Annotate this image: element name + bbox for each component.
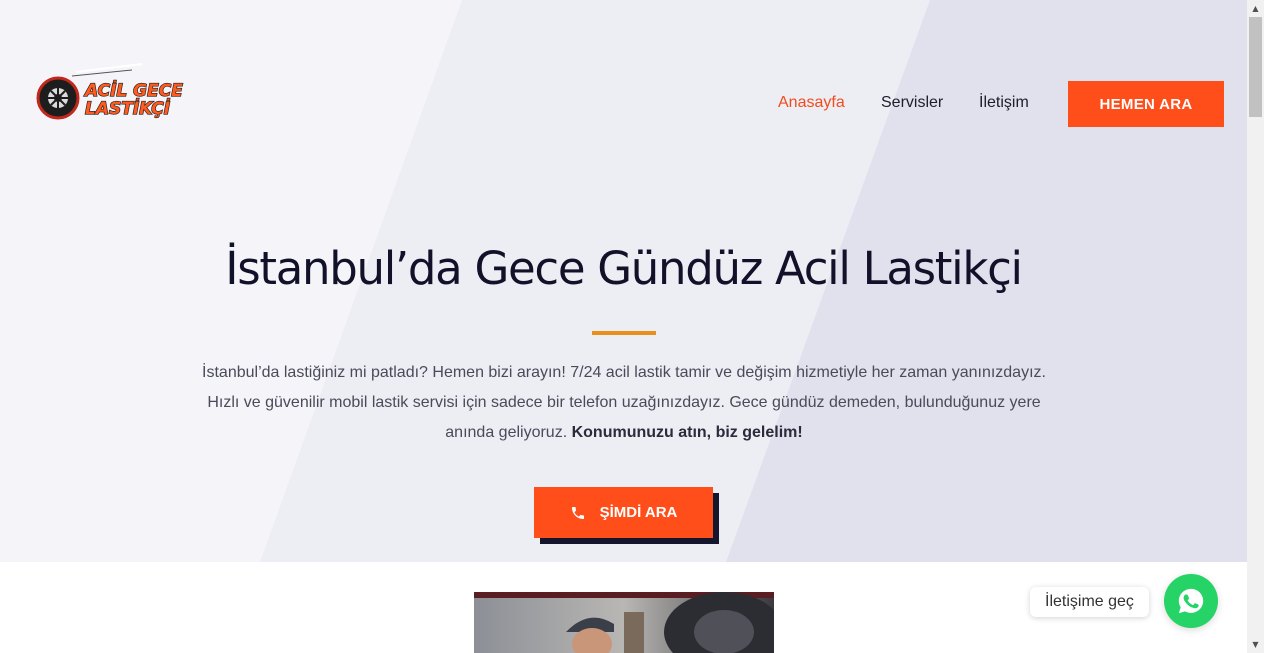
hero-description: İstanbul’da lastiğiniz mi patladı? Hemen… <box>200 358 1048 448</box>
scroll-up-arrow-icon[interactable]: ▲ <box>1247 0 1264 17</box>
cta-wrapper: ŞİMDİ ARA <box>534 487 720 545</box>
page: ACİL GECE LASTİKÇİ Anasayfa Servisler İl… <box>0 0 1264 653</box>
title-divider <box>592 331 656 335</box>
scrollbar-thumb[interactable] <box>1249 17 1262 117</box>
hero-text-bold: Konumunuzu atın, biz gelelim! <box>571 424 803 441</box>
hero-section: ACİL GECE LASTİKÇİ Anasayfa Servisler İl… <box>0 0 1247 562</box>
phone-icon <box>571 506 584 519</box>
whatsapp-label[interactable]: İletişime geç <box>1030 587 1149 617</box>
nav-servisler[interactable]: Servisler <box>881 94 943 116</box>
logo-text-line1: ACİL GECE <box>83 79 183 101</box>
mechanic-photo <box>474 592 774 653</box>
nav-iletisim[interactable]: İletişim <box>979 94 1029 116</box>
logo-text-line2: LASTİKÇİ <box>85 97 171 119</box>
vertical-scrollbar[interactable]: ▲ ▼ <box>1247 0 1264 653</box>
site-logo[interactable]: ACİL GECE LASTİKÇİ <box>36 62 194 122</box>
hemen-ara-button[interactable]: HEMEN ARA <box>1068 81 1224 127</box>
scroll-down-arrow-icon[interactable]: ▼ <box>1247 636 1264 653</box>
whatsapp-button[interactable] <box>1164 574 1218 628</box>
simdi-ara-button[interactable]: ŞİMDİ ARA <box>534 487 713 538</box>
nav-anasayfa[interactable]: Anasayfa <box>778 94 845 116</box>
simdi-ara-label: ŞİMDİ ARA <box>599 504 678 521</box>
whatsapp-icon <box>1178 588 1204 614</box>
hero-title: İstanbul’da Gece Gündüz Acil Lastikçi <box>225 242 1023 295</box>
